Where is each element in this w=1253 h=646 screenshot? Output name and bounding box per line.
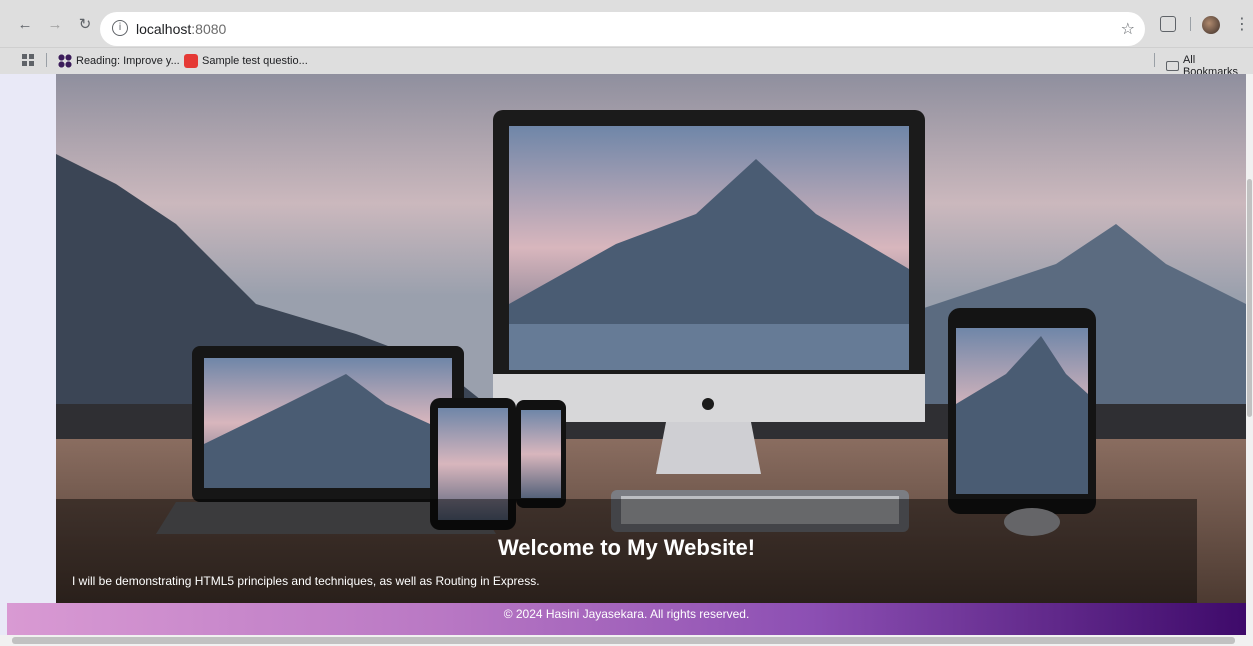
imac-stand [656, 422, 761, 474]
bookmark-star-icon[interactable]: ☆ [1121, 19, 1135, 38]
horizontal-scrollbar-thumb[interactable] [12, 637, 1235, 644]
phone-small-screen [521, 410, 561, 498]
bookmarks-bar: Reading: Improve y... Sample test questi… [0, 48, 1253, 78]
browser-toolbar: ← → ↻ i localhost:8080 ☆ ⋮ [0, 0, 1253, 48]
bookmark-reading-label: Reading: Improve y... [76, 55, 180, 67]
extensions-icon[interactable] [1160, 16, 1176, 32]
vertical-scrollbar-thumb[interactable] [1247, 179, 1252, 417]
hero-title: Welcome to My Website! [497, 535, 756, 560]
footer-copyright: © 2024 Hasini Jayasekara. All rights res… [503, 607, 750, 621]
more-menu-icon[interactable]: ⋮ [1234, 14, 1250, 33]
hero-caption: Welcome to My Website! I will be demonst… [56, 499, 1197, 605]
back-arrow-icon[interactable]: ← [16, 16, 34, 34]
bookmark-sample-test[interactable]: Sample test questio... [184, 54, 308, 68]
imac-screen-lake [509, 324, 909, 370]
toolbar-divider [1190, 17, 1191, 31]
bookmark-sample-label: Sample test questio... [202, 55, 308, 67]
forward-arrow-icon[interactable]: → [46, 16, 64, 34]
url-text[interactable]: localhost:8080 [136, 21, 226, 37]
url-host: localhost [136, 21, 192, 37]
url-port: :8080 [191, 21, 227, 37]
reading-app-icon [58, 54, 72, 68]
page-viewport: Welcome to My Website! I will be demonst… [0, 74, 1246, 635]
site-info-icon[interactable]: i [112, 20, 128, 36]
apple-logo-icon [702, 398, 714, 410]
reload-icon[interactable]: ↻ [76, 16, 94, 34]
folder-icon [1166, 61, 1179, 71]
hero-subtitle: I will be demonstrating HTML5 principles… [72, 574, 540, 588]
bookmark-reading[interactable]: Reading: Improve y... [58, 54, 180, 68]
site-footer: © 2024 Hasini Jayasekara. All rights res… [7, 603, 1246, 635]
profile-avatar[interactable] [1202, 16, 1220, 34]
address-bar[interactable]: i localhost:8080 ☆ [100, 12, 1145, 46]
all-bookmarks-divider [1154, 53, 1155, 67]
bookmarks-divider [46, 53, 47, 67]
apps-grid-icon[interactable] [22, 54, 34, 66]
sample-test-app-icon [184, 54, 198, 68]
vertical-scrollbar[interactable] [1246, 74, 1253, 635]
horizontal-scrollbar[interactable] [0, 635, 1253, 646]
